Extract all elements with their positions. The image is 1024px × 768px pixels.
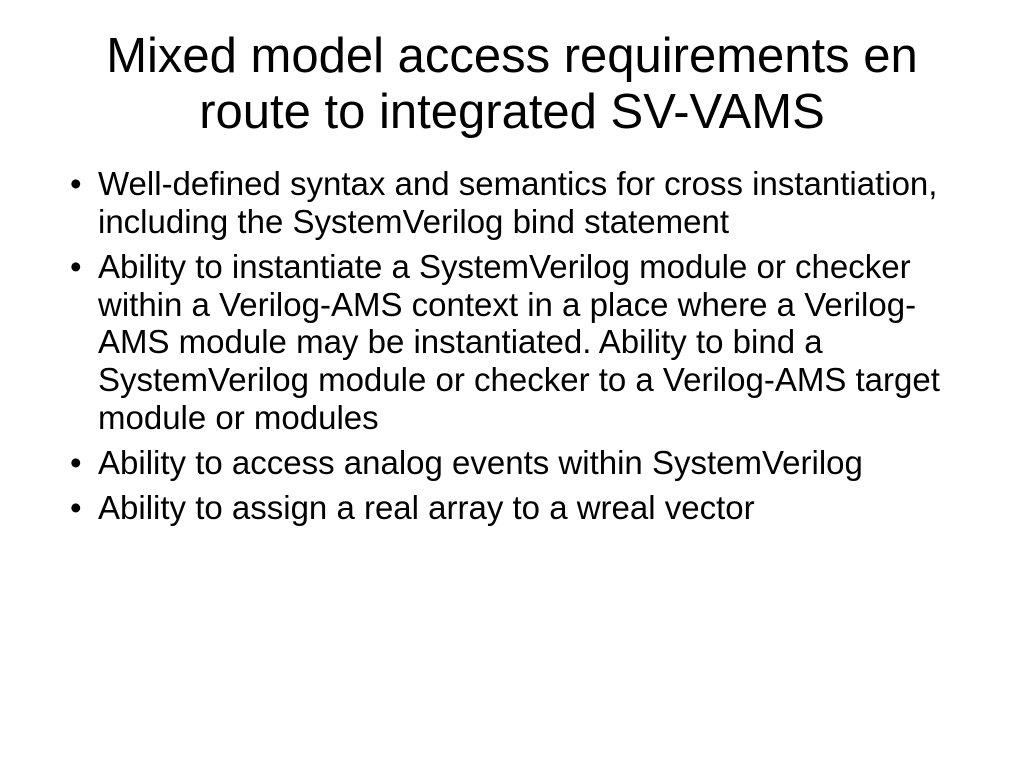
bullet-item: Well-defined syntax and semantics for cr… — [98, 165, 974, 241]
bullet-item: Ability to assign a real array to a wrea… — [98, 489, 974, 527]
bullet-list: Well-defined syntax and semantics for cr… — [50, 165, 974, 527]
bullet-item: Ability to access analog events within S… — [98, 444, 974, 482]
bullet-item: Ability to instantiate a SystemVerilog m… — [98, 248, 974, 438]
slide-title: Mixed model access requirements en route… — [50, 28, 974, 141]
slide: Mixed model access requirements en route… — [0, 0, 1024, 768]
